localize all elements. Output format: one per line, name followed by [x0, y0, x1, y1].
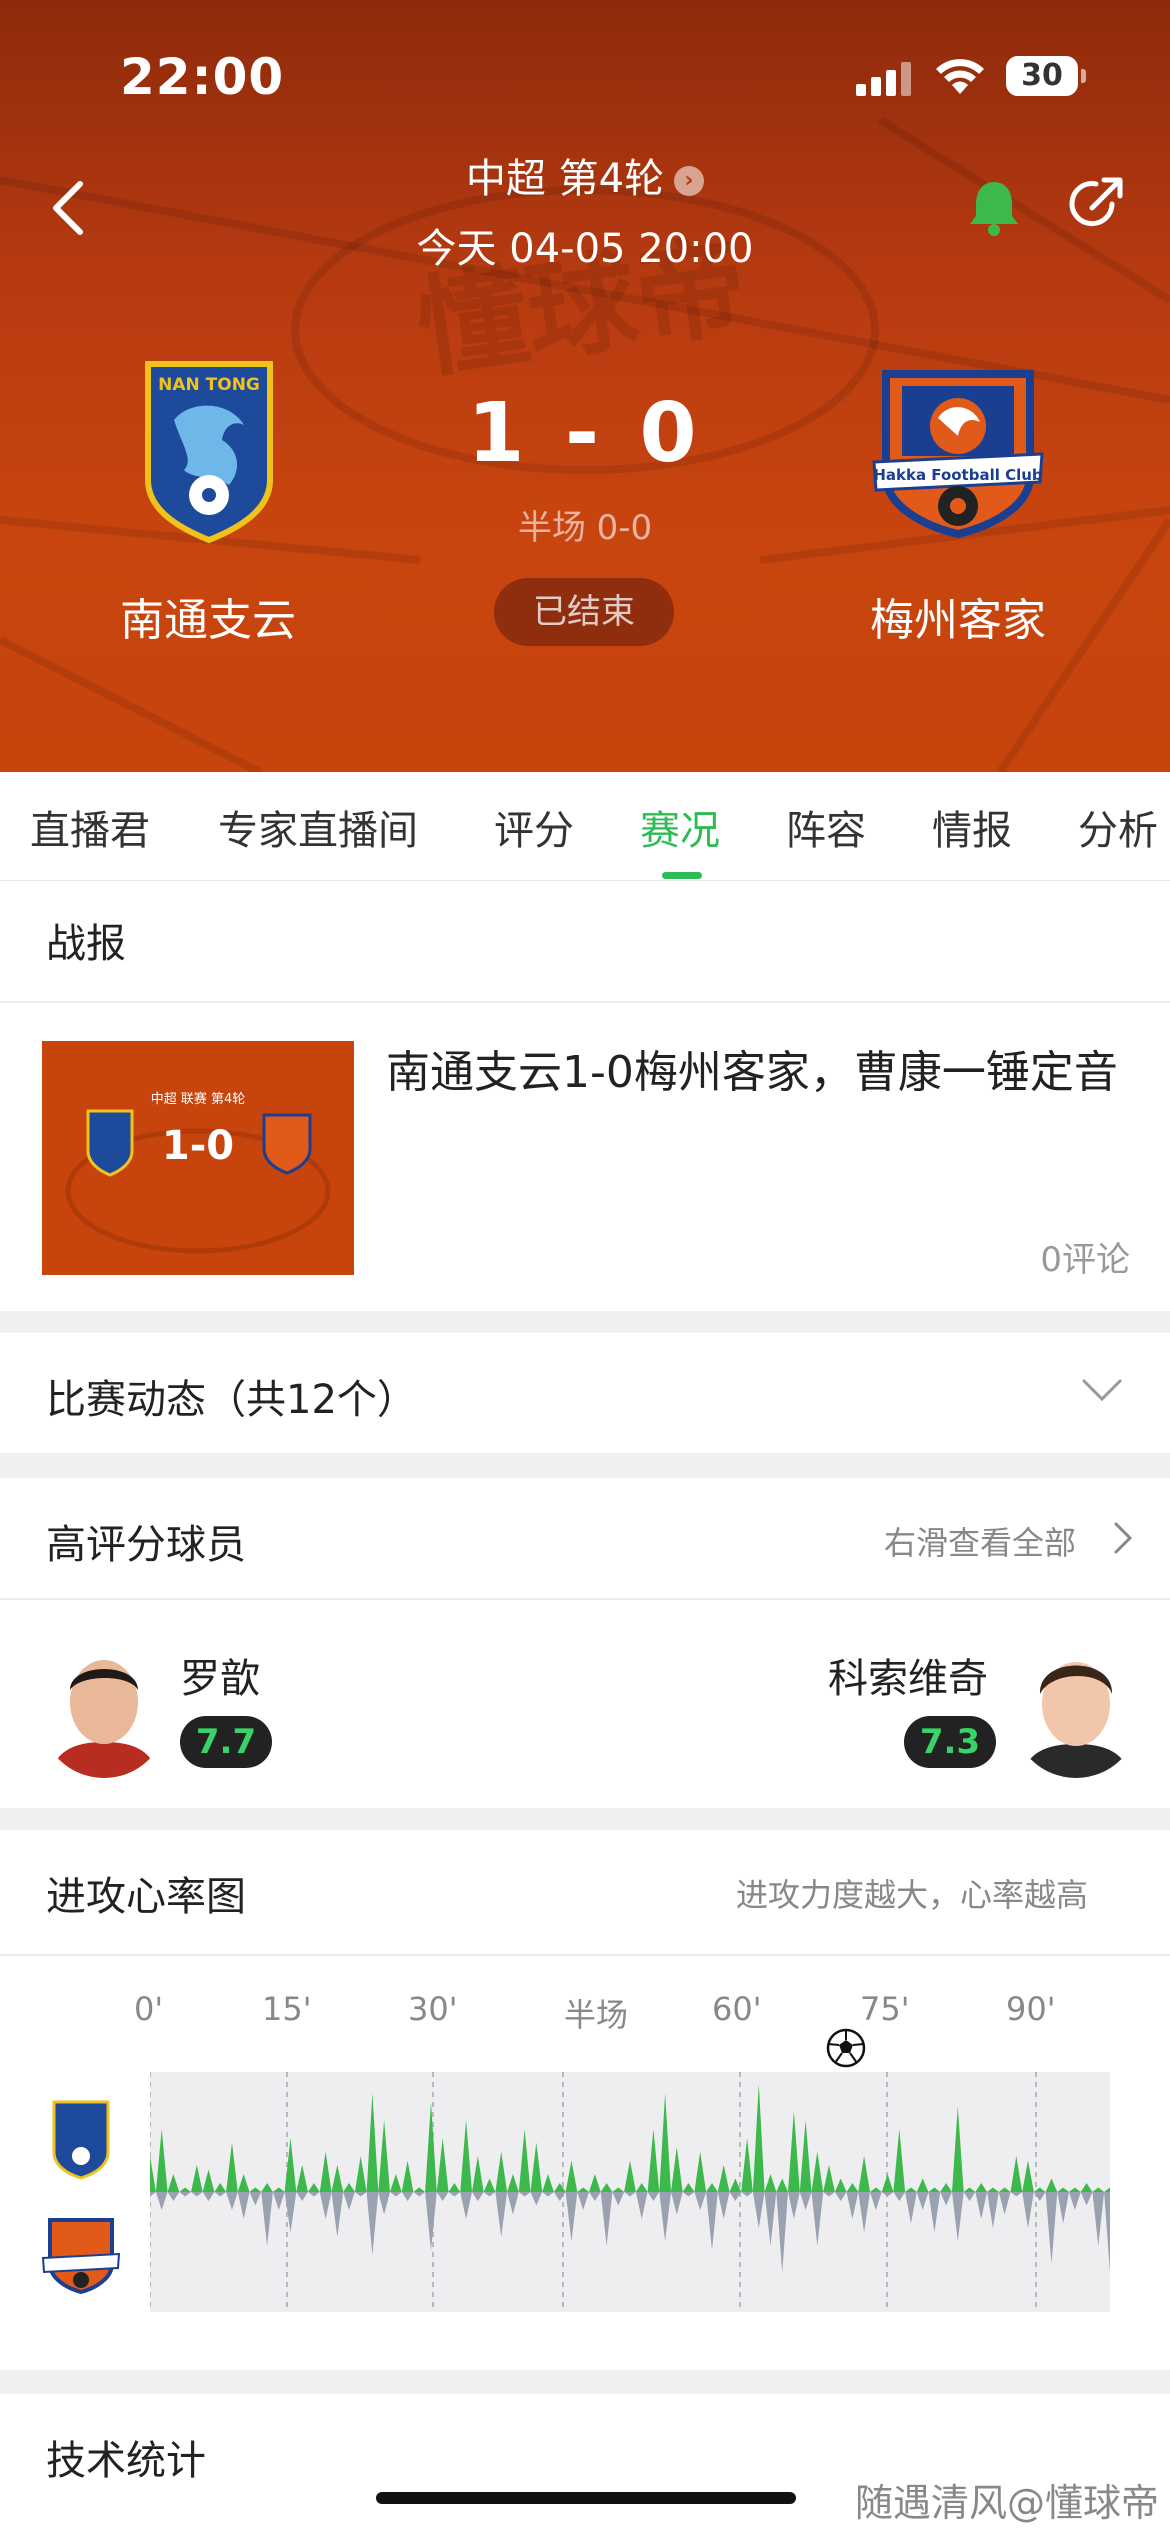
- avatar[interactable]: [40, 1638, 168, 1778]
- goal-ball-icon[interactable]: [826, 2028, 866, 2068]
- attack-heartbeat-chart: [150, 2072, 1110, 2312]
- tab-bar: 直播君 专家直播间 评分 赛况 阵容 情报 分析: [0, 772, 1170, 881]
- top-players-title: 高评分球员: [46, 1522, 246, 1568]
- divider: [0, 1001, 1170, 1003]
- league-round-label: 中超 第4轮: [465, 156, 665, 202]
- heartbeat-subtitle: 进攻力度越大，心率越高: [736, 1876, 1089, 1914]
- bell-icon[interactable]: [962, 176, 1026, 240]
- match-header: 懂球帝 22:00 30 中超 第4轮› 今天 04-05 20:00 NAN: [0, 0, 1170, 772]
- home-team-name[interactable]: 南通支云: [58, 584, 358, 648]
- match-events-title: 比赛动态（共12个）: [46, 1377, 417, 1423]
- chevron-right-icon[interactable]: [1112, 1520, 1134, 1556]
- tab-match-status[interactable]: 赛况: [640, 798, 720, 856]
- away-team-logo-small: [42, 2218, 120, 2294]
- avatar[interactable]: [1012, 1638, 1140, 1778]
- tab-analysis[interactable]: 分析: [1078, 798, 1158, 856]
- divider: [0, 1598, 1170, 1600]
- minute-label: 半场: [564, 1996, 629, 2034]
- minute-label: 30': [408, 1990, 458, 2028]
- minute-label: 15': [262, 1990, 312, 2028]
- tab-lineup[interactable]: 阵容: [786, 798, 866, 856]
- report-comment-count[interactable]: 0评论: [1000, 1232, 1130, 1281]
- heartbeat-title: 进攻心率图: [46, 1874, 246, 1920]
- tech-stats-title: 技术统计: [46, 2438, 206, 2484]
- tab-ratings[interactable]: 评分: [494, 798, 574, 856]
- status-time: 22:00: [120, 48, 285, 106]
- top-players-card: 高评分球员 右滑查看全部 罗歆 7.7 科索维奇 7.3: [0, 1478, 1170, 1808]
- wifi-icon: [936, 59, 984, 94]
- battery-indicator: 30: [1006, 56, 1086, 96]
- minute-label: 90': [1006, 1990, 1056, 2028]
- share-icon[interactable]: [1066, 174, 1126, 234]
- chevron-down-icon[interactable]: [1080, 1377, 1124, 1405]
- view-all-link[interactable]: 右滑查看全部: [884, 1518, 1076, 1564]
- active-tab-indicator: [662, 872, 702, 879]
- divider: [0, 1954, 1170, 1956]
- svg-text:中超 联赛 第4轮: 中超 联赛 第4轮: [151, 1091, 246, 1107]
- svg-text:1-0: 1-0: [162, 1123, 234, 1169]
- minute-label: 0': [134, 1990, 164, 2028]
- footer-watermark: 随遇清风@懂球帝: [855, 2481, 1160, 2525]
- home-player-name[interactable]: 罗歆: [180, 1646, 260, 1704]
- home-indicator: [376, 2492, 796, 2504]
- svg-text:Hakka Football Club: Hakka Football Club: [873, 466, 1043, 484]
- signal-icon: [856, 62, 911, 96]
- away-player-name[interactable]: 科索维奇: [828, 1646, 988, 1704]
- tab-live-host[interactable]: 直播君: [30, 798, 150, 856]
- status-bar: 22:00 30: [0, 44, 1170, 114]
- away-team-logo[interactable]: Hakka Football Club: [872, 366, 1044, 538]
- report-thumbnail[interactable]: 中超 联赛 第4轮 1-0: [42, 1041, 354, 1275]
- match-events-row[interactable]: 比赛动态（共12个）: [0, 1333, 1170, 1453]
- home-player-rating: 7.7: [180, 1716, 272, 1768]
- chevron-right-icon: ›: [674, 166, 705, 196]
- tab-expert-live[interactable]: 专家直播间: [218, 798, 418, 856]
- report-section-title: 战报: [46, 921, 126, 967]
- minute-label: 75': [860, 1990, 910, 2028]
- match-status-badge: 已结束: [494, 578, 674, 646]
- away-player-rating: 7.3: [904, 1716, 996, 1768]
- report-headline[interactable]: 南通支云1-0梅州客家，曹康一锤定音: [386, 1044, 1126, 1102]
- minute-label: 60': [712, 1990, 762, 2028]
- away-team-name[interactable]: 梅州客家: [808, 584, 1108, 648]
- home-team-logo-small: [52, 2100, 110, 2180]
- tab-intel[interactable]: 情报: [932, 798, 1012, 856]
